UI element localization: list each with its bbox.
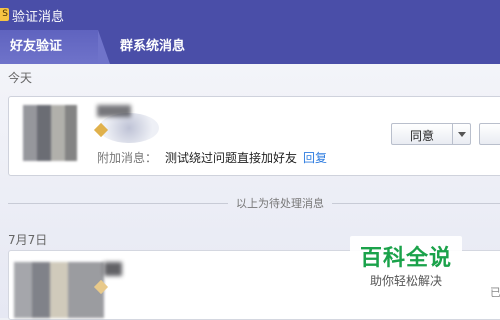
divider-line-right <box>332 203 500 204</box>
reply-link[interactable]: 回复 <box>303 151 327 165</box>
avatar[interactable] <box>23 105 77 161</box>
tab-group-system-messages[interactable]: 群系统消息 <box>120 30 185 64</box>
additional-message-text: 测试绕过问题直接加好友 <box>165 151 298 165</box>
section-today: 今天 <box>8 71 33 85</box>
button-separator <box>452 124 453 144</box>
divider-line-left <box>8 203 228 204</box>
title-bar: S 验证消息 <box>0 0 500 30</box>
pending-divider-text: 以上为待处理消息 <box>236 197 324 210</box>
friend-request-card: 附加消息： 测试绕过问题直接加好友 回复 同意 <box>8 96 500 176</box>
status-text: 已 <box>490 286 500 299</box>
chevron-down-icon[interactable] <box>458 132 466 137</box>
nickname-blurred[interactable] <box>97 105 131 117</box>
watermark-subtitle: 助你轻松解决 <box>369 274 442 288</box>
additional-message-label: 附加消息： <box>97 151 158 165</box>
watermark-title: 百科全说 <box>359 246 452 271</box>
tab-bar: 好友验证 群系统消息 <box>0 30 500 64</box>
agree-button-label: 同意 <box>409 129 434 143</box>
avatar-2[interactable] <box>14 262 104 318</box>
tab-friend-verification[interactable]: 好友验证 <box>0 30 110 64</box>
watermark: 百科全说 助你轻松解决 <box>350 236 462 296</box>
nickname-blurred-2 <box>104 262 122 276</box>
nickname-area <box>99 113 159 143</box>
window-title: 验证消息 <box>12 10 65 25</box>
ignore-button[interactable] <box>479 123 500 145</box>
app-icon: S <box>0 8 9 21</box>
section-date: 7月7日 <box>8 233 48 247</box>
agree-button[interactable]: 同意 <box>391 123 471 145</box>
additional-message: 附加消息： 测试绕过问题直接加好友 回复 <box>97 149 327 166</box>
